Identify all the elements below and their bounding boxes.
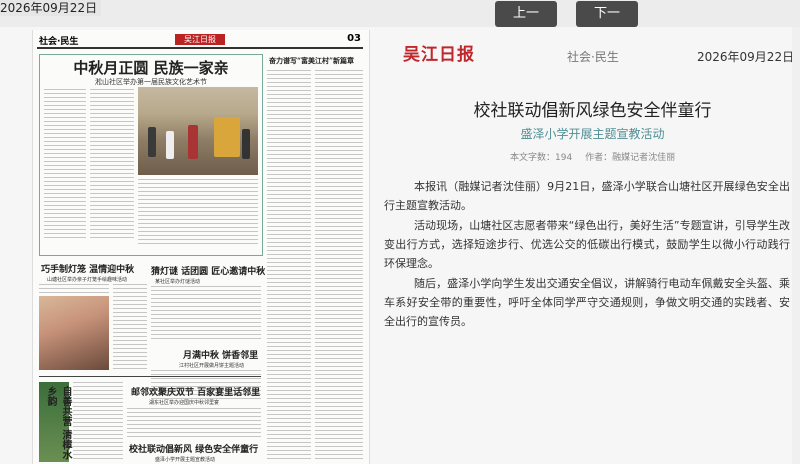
- author: 作者：融媒记者沈佳丽: [585, 153, 676, 163]
- paragraph: 本报讯（融媒记者沈佳丽）9月21日，盛泽小学联合山塘社区开展绿色安全出行主题宣教…: [384, 180, 790, 212]
- np-story3-sub: 某社区举办灯谜活动: [155, 279, 201, 285]
- np-lead-title: 中秋月正圆 民族一家亲: [73, 59, 229, 77]
- np-lead-subtitle: 淞山社区举办第一届民族文化艺术节: [95, 78, 207, 86]
- np-lead-story[interactable]: 中秋月正圆 民族一家亲 淞山社区举办第一届民族文化艺术节: [39, 54, 263, 256]
- np-story5-sub: 湖东社区举办迎国庆中秋邻里宴: [149, 400, 220, 406]
- np-story6-title[interactable]: 校社联动倡新风 绿色安全伴童行: [129, 442, 258, 455]
- article-title: 校社联动倡新风绿色安全伴童行: [473, 101, 712, 121]
- np-header: 社会·民生 吴江日报 03: [37, 33, 363, 49]
- prev-issue-button[interactable]: 上一期: [495, 1, 557, 47]
- np-story4-title: 月满中秋 饼香邻里: [183, 351, 259, 361]
- scrollbar[interactable]: [792, 27, 800, 464]
- np-page-number: 03: [347, 33, 361, 44]
- brand-logo: 吴江日报: [403, 45, 475, 65]
- np-story2-title: 巧手制灯笼 温情迎中秋: [41, 265, 135, 275]
- np-side-title: 奋力谱写“富美江村”新篇章: [269, 56, 355, 65]
- np-lead-photo: [138, 87, 258, 175]
- paragraph: 随后，盛泽小学向学生发出交通安全倡议，讲解骑行电动车佩戴安全头盔、乘车系好安全带…: [384, 277, 790, 328]
- article-date: 2026年09月22日: [697, 50, 795, 64]
- np-story6-sub: 盛泽小学开展主题宣教活动: [155, 457, 216, 463]
- np-logo: 吴江日报: [175, 34, 225, 45]
- top-date: 2026年09月22日: [0, 0, 102, 16]
- next-issue-button[interactable]: 下一期: [576, 1, 638, 47]
- np-story2-photo: [39, 296, 109, 370]
- np-story3-title: 猜灯谜 话团圆 匠心邀请中秋: [151, 267, 266, 277]
- np-section: 社会·民生: [39, 37, 79, 47]
- np-story5-title: 邮邻欢聚庆双节 百家宴里话邻里: [131, 388, 261, 398]
- paragraph: 活动现场，山塘社区志愿者带来“绿色出行，美好生活”专题宣讲，引导学生改变出行方式…: [384, 219, 790, 270]
- article-subtitle: 盛泽小学开展主题宣教活动: [520, 127, 665, 141]
- np-story2-sub: 山塘社区举办亲子灯笼手绘趣味活动: [47, 277, 128, 283]
- newspaper-page-thumbnail[interactable]: 社会·民生 吴江日报 03 中秋月正圆 民族一家亲 淞山社区举办第一届民族文化艺…: [32, 30, 370, 464]
- word-count: 本文字数：194: [510, 153, 573, 163]
- article-body: 本报讯（融媒记者沈佳丽）9月21日，盛泽小学联合山塘社区开展绿色安全出行主题宣教…: [384, 177, 790, 332]
- np-vertical-title: 自善共营 清樟水乡韵: [45, 386, 71, 460]
- article-meta: 本文字数：194 作者：融媒记者沈佳丽: [510, 150, 685, 163]
- np-story4-sub: 江村社区开展做月饼主题活动: [179, 363, 245, 369]
- article-section: 社会·民生: [567, 50, 619, 64]
